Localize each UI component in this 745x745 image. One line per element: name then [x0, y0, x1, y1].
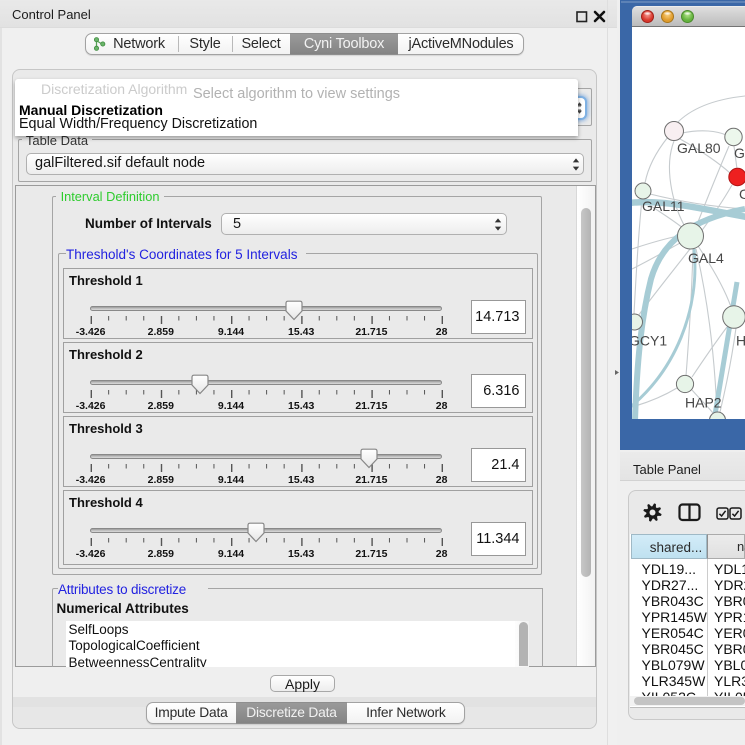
svg-text:C: C — [739, 186, 745, 202]
svg-text:HAP2: HAP2 — [685, 395, 722, 411]
svg-text:GA: GA — [734, 145, 745, 161]
svg-text:GAL11: GAL11 — [642, 198, 685, 214]
svg-text:H: H — [736, 333, 745, 349]
svg-text:GAL4: GAL4 — [688, 250, 724, 266]
svg-text:GAL80: GAL80 — [677, 140, 721, 156]
svg-text:GCY1: GCY1 — [632, 333, 667, 349]
